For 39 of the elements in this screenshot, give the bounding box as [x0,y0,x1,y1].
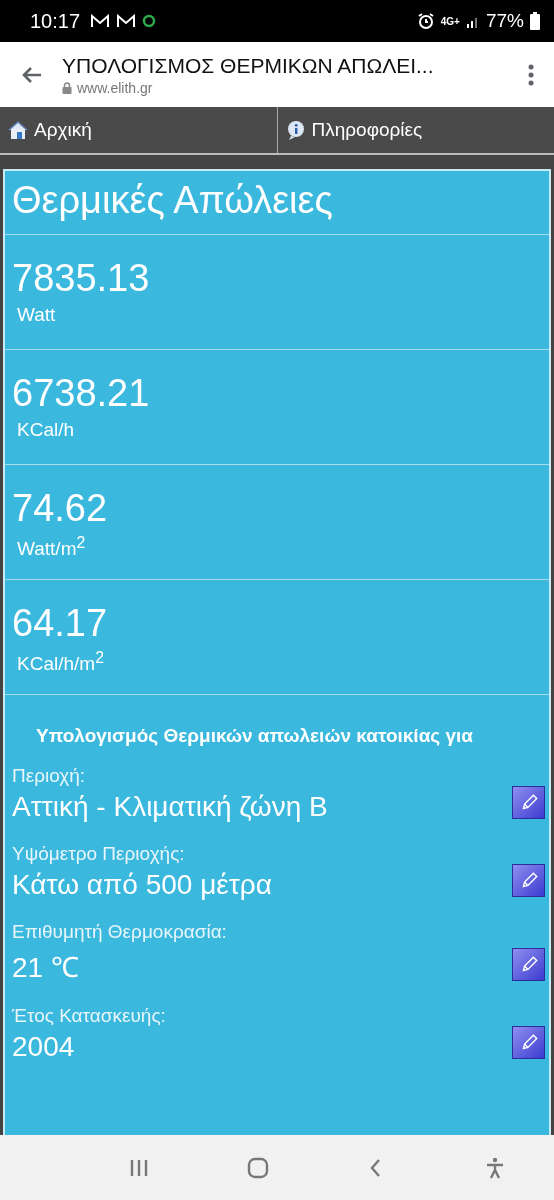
result-unit: KCal/h/m$^{2}$ [16,649,105,676]
result-value: 7835.13 [12,257,151,300]
clock: 10:17 [30,9,81,33]
field-value: 2004 [12,1031,76,1063]
nav-tab[interactable]: Πληροφορίες [277,107,554,153]
battery-icon [530,12,540,30]
result-unit: KCal/h [16,419,76,441]
result-value: 6738.21 [12,372,151,415]
field-value: Κάτω από 500 μέτρα [12,869,273,901]
nav-tab[interactable]: Αρχική [0,107,278,153]
page-title: ΥΠΟΛΟΓΙΣΜΟΣ ΘΕΡΜΙΚΩΝ ΑΠΩΛΕΙ... [62,53,435,78]
more-options-icon[interactable] [528,62,534,87]
result-value: 74.62 [12,487,109,530]
field-value: 21 ℃ [12,951,80,985]
mail-icon [90,14,111,28]
battery-level: 77% [485,10,524,32]
edit-button[interactable] [512,1026,545,1059]
edit-button[interactable] [512,864,545,897]
info-icon [285,120,306,140]
house-icon [8,121,28,139]
sync-icon [142,14,157,28]
field-label: Επιθυμητή Θερμοκρασία: [12,921,228,943]
lock-icon [62,81,72,94]
home-icon[interactable] [246,1156,269,1179]
network-label: 4G+ [440,15,460,27]
result-value: 64.17 [12,602,109,645]
section-heading: Υπολογισμός Θερμικών απωλειών κατοικίας για [35,724,474,748]
card-title: Θερμικές Απώλειες [5,171,549,235]
url-text[interactable]: www.elith.gr [77,79,153,96]
mail-icon [116,14,137,28]
result-unit: Watt/m$^{2}$ [16,534,87,561]
result-unit: Watt [16,304,57,326]
field-value: Αττική - Κλιματική ζώνη Β [12,791,329,823]
edit-button[interactable] [512,948,545,981]
edit-button[interactable] [512,786,545,819]
field-label: Έτος Κατασκευής: [12,1005,167,1027]
field-label: Περιοχή: [12,765,87,787]
field-label: Υψόμετρο Περιοχής: [12,843,186,865]
alarm-icon [416,12,435,30]
